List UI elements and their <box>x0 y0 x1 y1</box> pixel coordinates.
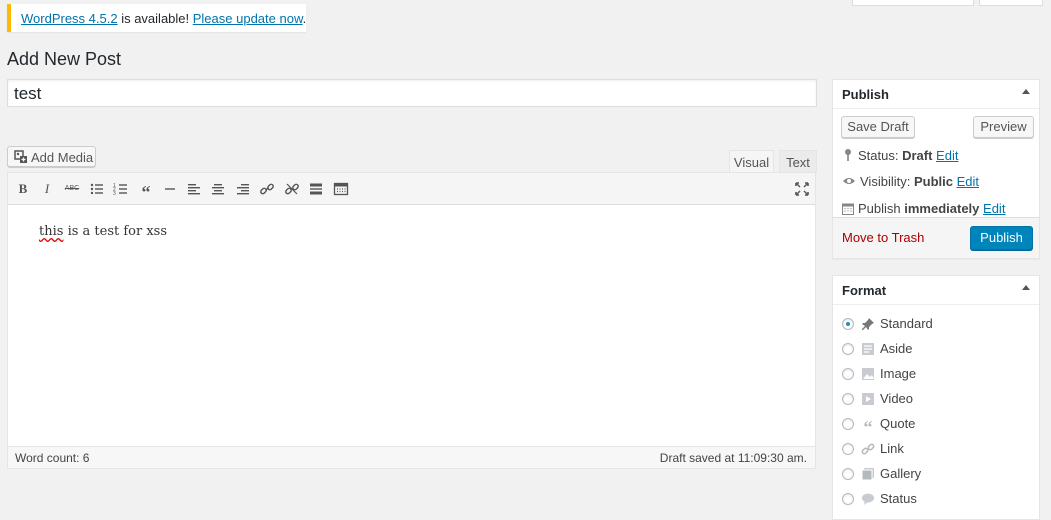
format-label-aside: Aside <box>880 341 913 356</box>
bold-icon[interactable]: B <box>15 181 31 197</box>
notice-end-text: . <box>302 11 307 26</box>
gallery-icon <box>861 468 874 481</box>
collapse-arrow-icon[interactable] <box>1022 89 1030 94</box>
align-right-icon[interactable] <box>235 181 251 197</box>
help-tab[interactable] <box>979 0 1043 6</box>
spellcheck-word: this <box>39 224 64 239</box>
align-left-icon[interactable] <box>186 181 202 197</box>
move-to-trash-link[interactable]: Move to Trash <box>842 230 924 245</box>
radio-video[interactable] <box>842 393 854 405</box>
strikethrough-icon[interactable]: ABC <box>64 181 80 197</box>
calendar-icon <box>842 203 854 215</box>
publish-box-header[interactable]: Publish <box>833 80 1039 109</box>
tab-visual[interactable]: Visual <box>729 150 774 172</box>
publish-box: Publish Save Draft Preview Status: Draft… <box>832 79 1040 259</box>
blockquote-icon[interactable]: “ <box>138 181 154 202</box>
pin-icon <box>845 149 851 161</box>
radio-status[interactable] <box>842 493 854 505</box>
format-label-image: Image <box>880 366 917 381</box>
add-media-label: Add Media <box>31 150 94 165</box>
format-label-gallery: Gallery <box>880 466 922 481</box>
post-title-value: test <box>14 84 42 103</box>
add-media-button[interactable]: Add Media <box>7 146 96 167</box>
format-box: Format Standard Aside Image Video “ Quot… <box>832 275 1040 520</box>
draft-saved-status: Draft saved at 11:09:30 am. <box>659 451 807 465</box>
status-value: Draft <box>902 148 933 163</box>
publish-label: Publish <box>858 201 905 216</box>
aside-icon <box>862 343 874 355</box>
status-label: Status: <box>858 148 903 163</box>
update-now-link[interactable]: Please update now <box>193 11 303 26</box>
radio-quote[interactable] <box>842 418 854 430</box>
numbered-list-icon[interactable]: 1 2 3 <box>113 181 129 197</box>
radio-aside[interactable] <box>842 343 854 355</box>
format-label-quote: Quote <box>880 416 916 431</box>
bullet-list-icon[interactable] <box>89 181 105 197</box>
editor-status-bar: Word count: 6 Draft saved at 11:09:30 am… <box>8 446 815 468</box>
radio-image[interactable] <box>842 368 854 380</box>
editor-toolbar: B I ABC 1 2 3 “ <box>8 173 815 205</box>
fullscreen-icon[interactable] <box>794 181 810 197</box>
visibility-value: Public <box>913 174 953 189</box>
italic-icon[interactable]: I <box>39 181 55 197</box>
status-row: Status: Draft Edit <box>842 148 958 163</box>
notice-middle-text: is available! <box>117 11 193 26</box>
screen-options-tab[interactable] <box>852 0 974 6</box>
eye-icon <box>843 178 855 184</box>
publish-actions: Move to Trash Publish <box>833 217 1039 258</box>
wordpress-version-link[interactable]: WordPress 4.5.2 <box>21 11 118 26</box>
radio-link[interactable] <box>842 443 854 455</box>
publish-box-title: Publish <box>842 87 889 102</box>
format-box-header[interactable]: Format <box>833 276 1039 305</box>
add-media-icon <box>14 150 27 163</box>
publish-button[interactable]: Publish <box>970 226 1033 250</box>
visibility-label: Visibility: <box>860 174 914 189</box>
tab-text[interactable]: Text <box>779 150 817 172</box>
preview-button[interactable]: Preview <box>973 116 1034 138</box>
quote-icon: “ <box>863 417 873 437</box>
page-title: Add New Post <box>7 49 122 69</box>
edit-status-link[interactable]: Edit <box>936 148 958 163</box>
video-icon <box>862 393 874 405</box>
visibility-row: Visibility: Public Edit <box>842 174 979 189</box>
publish-date-row: Publish immediately Edit <box>842 201 1005 216</box>
read-more-icon[interactable] <box>308 181 324 197</box>
toolbar-toggle-icon[interactable] <box>333 181 349 197</box>
status-icon <box>862 493 874 505</box>
image-icon <box>862 368 874 380</box>
content-text: is a test for xss <box>63 224 168 239</box>
format-label-link: Link <box>880 441 904 456</box>
unlink-icon[interactable] <box>284 181 300 197</box>
save-draft-button[interactable]: Save Draft <box>841 116 915 138</box>
format-label-status: Status <box>880 491 917 506</box>
publish-value: immediately <box>904 201 980 216</box>
collapse-arrow-icon[interactable] <box>1022 285 1030 290</box>
align-center-icon[interactable] <box>210 181 226 197</box>
word-count: Word count: 6 <box>15 451 90 465</box>
update-notice: WordPress 4.5.2 is available! Please upd… <box>7 4 306 32</box>
format-label-standard: Standard <box>880 316 933 331</box>
format-box-title: Format <box>842 283 887 298</box>
radio-standard[interactable] <box>842 318 854 330</box>
horizontal-rule-icon[interactable] <box>162 181 178 197</box>
svg-text:3: 3 <box>113 191 116 197</box>
edit-visibility-link[interactable]: Edit <box>957 174 979 189</box>
post-editor[interactable]: B I ABC 1 2 3 “ this is a test for xss W… <box>7 172 816 469</box>
link-icon[interactable] <box>259 181 275 197</box>
edit-publish-date-link[interactable]: Edit <box>983 201 1005 216</box>
format-label-video: Video <box>880 391 914 406</box>
radio-gallery[interactable] <box>842 468 854 480</box>
editor-content[interactable]: this is a test for xss <box>39 224 167 239</box>
pin-icon <box>862 318 874 330</box>
link-icon <box>861 443 875 455</box>
post-title-input[interactable]: test <box>7 79 817 107</box>
